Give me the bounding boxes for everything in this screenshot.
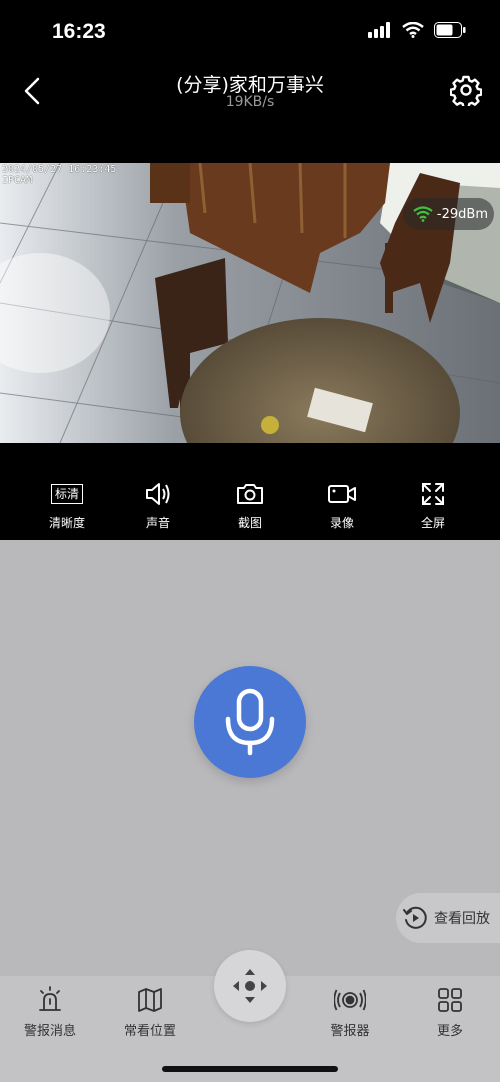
tab-siren[interactable]: 警报器 bbox=[305, 982, 395, 1039]
video-controls: 标清 清晰度 声音 截图 录像 全屏 bbox=[0, 478, 500, 540]
bitrate-label: 19KB/s bbox=[225, 94, 275, 110]
battery-icon bbox=[434, 22, 466, 38]
alarm-light-icon bbox=[39, 986, 61, 1011]
direction-pad-icon bbox=[233, 969, 267, 1003]
screenshot-label: 截图 bbox=[237, 516, 262, 530]
playback-button[interactable]: 查看回放 bbox=[396, 893, 500, 943]
sound-label: 声音 bbox=[145, 516, 170, 530]
tab-alarm-messages[interactable]: 警报消息 bbox=[5, 982, 95, 1039]
playback-label: 查看回放 bbox=[434, 911, 490, 927]
signal-value: -29dBm bbox=[436, 206, 488, 222]
tab-frequent-locations[interactable]: 常看位置 bbox=[105, 982, 195, 1039]
speaker-icon bbox=[146, 483, 170, 505]
fullscreen-label: 全屏 bbox=[420, 516, 445, 530]
video-record-icon bbox=[328, 485, 356, 503]
video-osd: 2024/05/27 16:23:45 IPCAM bbox=[2, 164, 116, 186]
ptz-direction-pad[interactable] bbox=[214, 950, 286, 1022]
map-icon bbox=[138, 988, 162, 1012]
grid-icon bbox=[438, 988, 462, 1012]
camera-icon bbox=[237, 484, 263, 504]
nav-bar: (分享)家和万事兴 19KB/s bbox=[0, 62, 500, 162]
sound-button[interactable]: 声音 bbox=[123, 478, 193, 531]
tab-more-label: 更多 bbox=[436, 1024, 463, 1039]
quality-label: 清晰度 bbox=[48, 516, 85, 530]
playback-icon bbox=[403, 906, 427, 929]
signal-strength-badge: -29dBm bbox=[402, 198, 494, 230]
status-time: 16:23 bbox=[52, 20, 106, 43]
tab-alarm-messages-label: 警报消息 bbox=[23, 1024, 76, 1039]
record-label: 录像 bbox=[329, 516, 354, 530]
quality-icon: 标清 bbox=[50, 484, 83, 504]
tab-siren-label: 警报器 bbox=[330, 1024, 370, 1039]
tab-frequent-locations-label: 常看位置 bbox=[123, 1024, 176, 1039]
home-indicator bbox=[162, 1066, 338, 1072]
fullscreen-icon bbox=[422, 483, 444, 505]
wifi-icon bbox=[402, 22, 424, 38]
screenshot-button[interactable]: 截图 bbox=[215, 478, 285, 531]
quality-button[interactable]: 标清 清晰度 bbox=[32, 478, 102, 531]
status-icons bbox=[368, 22, 466, 38]
camera-name: IPCAM bbox=[2, 175, 33, 186]
tab-more[interactable]: 更多 bbox=[405, 982, 495, 1039]
record-button[interactable]: 录像 bbox=[307, 478, 377, 531]
status-bar: 16:23 bbox=[0, 0, 500, 62]
cellular-signal-icon bbox=[368, 22, 390, 38]
page-title: (分享)家和万事兴 bbox=[176, 74, 324, 96]
live-view-header: 16:23 (分享)家和万事兴 19KB/s 2024/05/27 16:23:… bbox=[0, 0, 500, 540]
fullscreen-button[interactable]: 全屏 bbox=[398, 478, 468, 531]
microphone-icon bbox=[225, 688, 275, 756]
video-timestamp: 2024/05/27 16:23:45 bbox=[2, 164, 117, 175]
settings-gear-icon[interactable] bbox=[450, 74, 482, 106]
talk-mic-button[interactable] bbox=[194, 666, 306, 778]
wifi-signal-icon bbox=[413, 206, 433, 222]
siren-icon bbox=[334, 989, 366, 1011]
